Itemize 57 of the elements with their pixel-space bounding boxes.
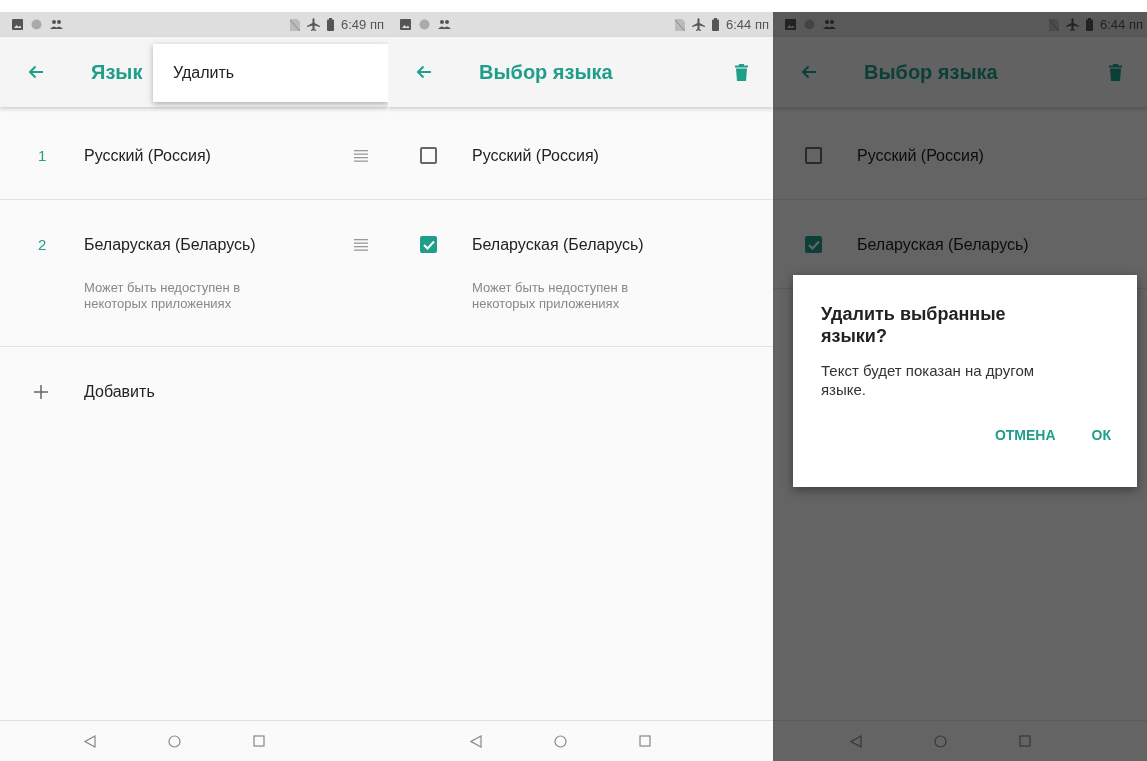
menu-item[interactable]: Удалить [153,64,235,82]
no-sim-icon [675,18,685,31]
battery-icon [327,18,334,31]
list-number: 1 [38,147,47,164]
checkbox[interactable] [420,147,437,164]
language-note: Может быть недоступен в некоторых приложениях [84,280,242,312]
people-icon [438,19,451,30]
drag-handle-icon[interactable] [354,239,368,251]
trash-icon[interactable] [735,63,748,81]
back-arrow-icon[interactable] [416,65,432,79]
checkbox[interactable] [420,236,437,253]
airplane-icon [692,18,705,31]
language-note: Может быть недоступен в некоторых приложениях [472,280,630,312]
no-sim-icon [290,18,300,31]
language-name: Русский (Россия) [472,147,600,165]
battery-icon [712,18,719,31]
square-icon[interactable] [252,735,265,747]
image-icon [400,19,411,30]
language-name: Беларуская (Беларусь) [857,236,1030,254]
language-name: Русский (Россия) [857,147,985,165]
dialog-title: Удалить выбранные языки? [821,303,1007,347]
plus-icon[interactable] [34,385,48,399]
list-number: 2 [38,236,47,253]
language-name: Русский (Россия) [84,147,212,165]
home-circle-icon[interactable] [167,734,181,748]
square-icon[interactable] [639,735,651,747]
battery-icon [1086,18,1093,31]
drag-handle-icon[interactable] [354,150,368,162]
status-time: 6:49 пп [341,17,384,32]
back-triangle-icon[interactable] [470,734,482,748]
language-name: Беларуская (Беларусь) [472,236,645,254]
circle-icon [419,19,430,30]
circle-icon [31,19,42,30]
back-triangle-icon[interactable] [83,734,96,748]
airplane-icon [307,18,320,31]
back-arrow-icon[interactable] [28,65,44,79]
screen-title: Язык [91,60,143,84]
people-icon [50,19,63,30]
add-language-link[interactable]: Добавить [84,383,155,401]
home-circle-icon[interactable] [554,734,567,748]
screen-title: Выбор языка [479,60,613,84]
screen-title: Выбор языка [864,60,998,84]
trash-icon[interactable] [1109,63,1122,81]
airplane-icon [1066,18,1079,31]
home-circle-icon[interactable] [933,734,947,748]
language-name: Беларуская (Беларусь) [84,236,257,254]
checkbox[interactable] [805,147,822,164]
square-icon[interactable] [1018,735,1031,747]
image-icon [12,19,23,30]
people-icon [823,19,836,30]
back-triangle-icon[interactable] [849,734,862,748]
no-sim-icon [1049,18,1059,31]
status-time: 6:44 пп [726,17,769,32]
image-icon [785,19,796,30]
checkbox[interactable] [805,236,822,253]
dialog-message: Текст будет показан на другом языке. [821,361,1036,399]
back-arrow-icon[interactable] [801,65,817,79]
